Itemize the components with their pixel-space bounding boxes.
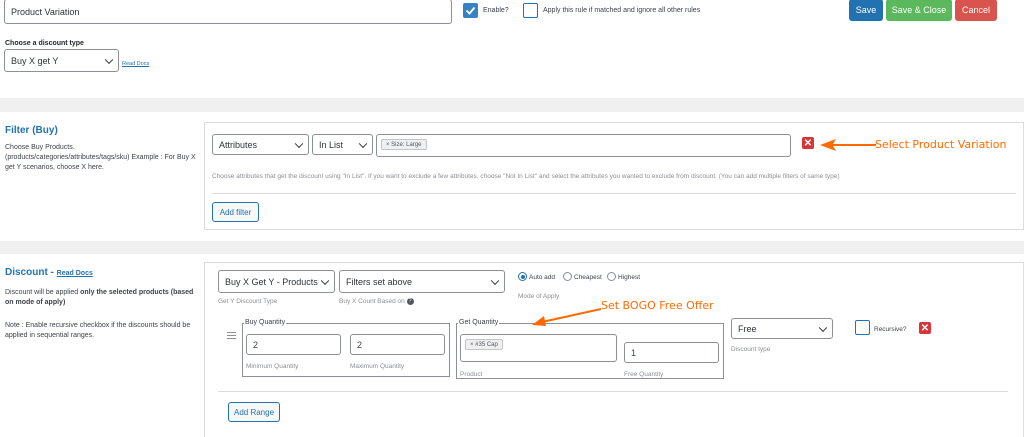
add-filter-label: Add filter [219, 207, 252, 217]
free-quantity-value: 1 [631, 347, 637, 358]
checkmark-icon [465, 6, 476, 15]
filter-description: Choose Buy Products. (products/categorie… [5, 144, 196, 171]
count-based-value: Filters set above [346, 276, 413, 287]
filter-type-select[interactable]: Attributes [212, 134, 309, 155]
discount-desc-prefix: Discount will be applied [5, 289, 81, 296]
filter-heading: Filter (Buy) [5, 125, 58, 136]
get-y-type-value: Buy X Get Y - Products [225, 276, 318, 287]
help-icon[interactable]: ? [406, 298, 414, 305]
apply-rule-label: Apply this rule if matched and ignore al… [543, 7, 701, 14]
max-quantity-value: 2 [357, 339, 363, 350]
chevron-down-icon [320, 276, 330, 285]
drag-handle-icon[interactable] [227, 332, 236, 339]
save-button[interactable]: Save [849, 0, 883, 21]
min-quantity-label: Minimum Quantity [246, 363, 299, 370]
discount-description: Discount will be applied only the select… [5, 288, 200, 308]
max-quantity-label: Maximum Quantity [350, 363, 405, 370]
cancel-button[interactable]: Cancel [955, 0, 997, 21]
max-quantity-input[interactable]: 2 [350, 334, 445, 355]
mode-of-apply-label: Mode of Apply [518, 293, 560, 300]
save-close-button[interactable]: Save & Close [886, 0, 952, 21]
filter-tag[interactable]: × Size: Large [381, 139, 427, 150]
add-range-label: Add Range [233, 407, 275, 417]
set-bogo-annotation: Set BOGO Free Offer [601, 299, 714, 312]
discount-note: Note : Enable recursive checkbox if the … [5, 322, 191, 339]
recursive-label: Recursive? [874, 326, 907, 333]
cancel-label: Cancel [961, 5, 990, 15]
count-based-select[interactable]: Filters set above [339, 270, 505, 293]
discount-heading-text: Discount - [5, 267, 57, 278]
mode-highest-radio[interactable] [607, 272, 616, 281]
rule-title-value: Product Variation [11, 6, 80, 17]
range-separator [218, 391, 1008, 392]
discount-heading: Discount - Read Docs [5, 267, 93, 278]
recursive-checkbox[interactable] [855, 320, 870, 335]
select-variation-annotation: Select Product Variation [875, 138, 1007, 151]
free-quantity-input[interactable]: 1 [624, 342, 719, 363]
arrow-down-left-icon [532, 308, 602, 326]
mode-cheapest-radio[interactable] [563, 272, 572, 281]
discount-type-value: Buy X get Y [11, 55, 59, 66]
filter-separator [212, 193, 1016, 194]
chevron-down-icon [294, 139, 304, 148]
filter-condition-value: In List [319, 139, 344, 150]
chevron-down-icon [104, 55, 114, 64]
count-based-label-text: Buy X Count Based on [339, 298, 405, 306]
arrow-left-icon [820, 139, 876, 151]
chevron-down-icon [818, 323, 828, 332]
add-range-button[interactable]: Add Range [228, 402, 280, 422]
get-quantity-legend: Get Quantity [458, 319, 500, 326]
save-label: Save [855, 5, 877, 15]
mode-highest-label: Highest [618, 274, 641, 281]
get-y-type-label: Get Y Discount Type [218, 298, 278, 305]
filter-help-text: Choose attributes that get the discount … [212, 173, 840, 180]
count-based-label: Buy X Count Based on ? [339, 298, 414, 305]
filter-type-value: Attributes [219, 139, 258, 150]
filter-value-multiselect[interactable]: × Size: Large [376, 134, 791, 157]
enable-checkbox[interactable] [463, 3, 478, 18]
save-close-label: Save & Close [891, 5, 947, 15]
discount-value-type-label: Discount type [731, 346, 771, 353]
section-divider [0, 241, 1024, 254]
discount-type-select[interactable]: Buy X get Y [4, 49, 119, 72]
read-docs-link[interactable]: Read Docs [122, 61, 149, 67]
product-tag[interactable]: × #35 Cap [465, 339, 503, 350]
buy-quantity-legend: Buy Quantity [244, 319, 287, 326]
min-quantity-input[interactable]: 2 [246, 334, 341, 355]
mode-auto-add-label: Auto add [529, 274, 556, 281]
apply-rule-checkbox[interactable] [523, 3, 538, 18]
discount-read-docs-link[interactable]: Read Docs [57, 270, 93, 277]
enable-label: Enable? [483, 7, 509, 14]
min-quantity-value: 2 [253, 339, 259, 350]
remove-range-button[interactable]: ✕ [919, 322, 931, 334]
discount-type-label: Choose a discount type [5, 40, 84, 47]
chevron-down-icon [358, 139, 368, 148]
filter-condition-select[interactable]: In List [312, 134, 373, 155]
mode-auto-add-radio[interactable] [518, 272, 527, 281]
product-multiselect[interactable]: × #35 Cap [460, 334, 617, 362]
discount-value-type-select[interactable]: Free [731, 318, 833, 339]
get-y-type-select[interactable]: Buy X Get Y - Products [218, 270, 335, 293]
mode-cheapest-label: Cheapest [574, 274, 602, 281]
product-label: Product [460, 371, 483, 378]
discount-value-type-value: Free [738, 323, 757, 334]
remove-filter-button[interactable]: ✕ [802, 137, 814, 149]
section-divider [0, 98, 1024, 112]
add-filter-button[interactable]: Add filter [212, 202, 259, 222]
chevron-down-icon [490, 276, 500, 285]
free-quantity-label: Free Quantity [624, 371, 664, 378]
rule-title-input[interactable]: Product Variation [4, 0, 452, 24]
